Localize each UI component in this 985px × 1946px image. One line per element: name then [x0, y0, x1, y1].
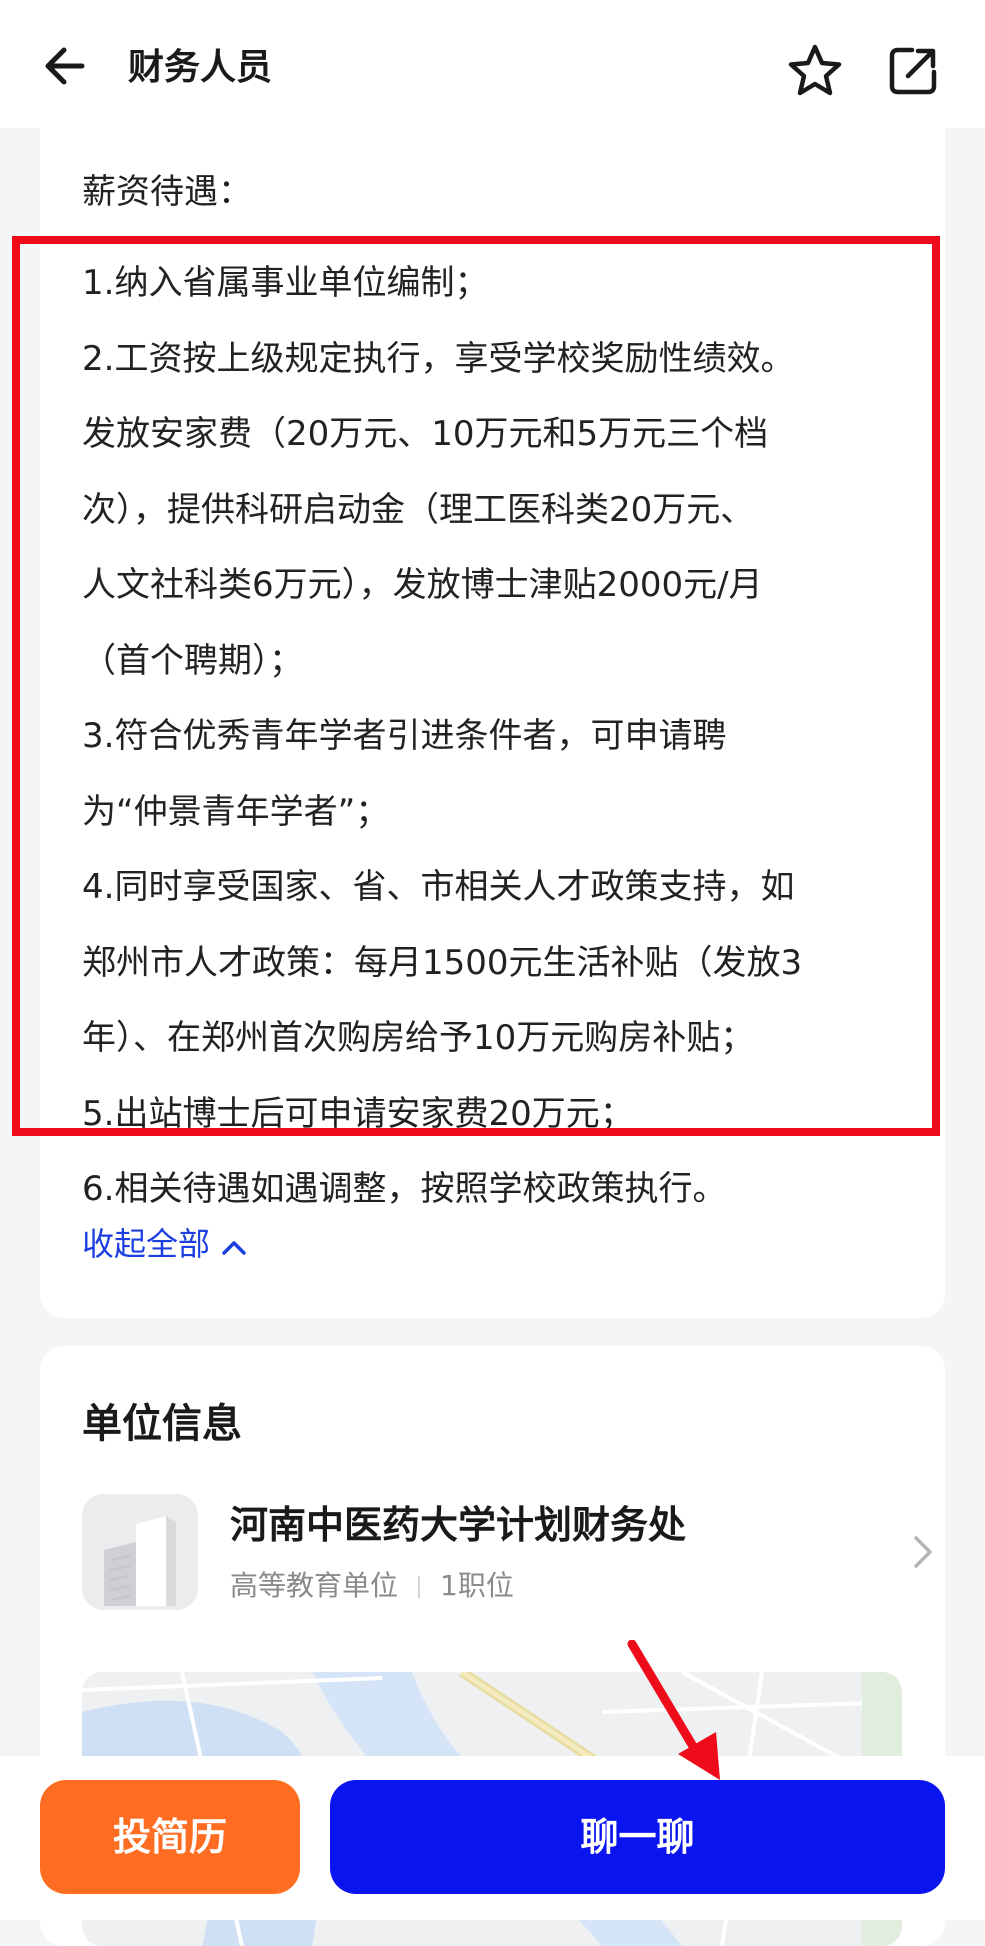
salary-line: 年）、在郑州首次购房给予10万元购房补贴；: [82, 1018, 755, 1058]
share-button[interactable]: [886, 44, 940, 98]
salary-line: 5.出站博士后可申请安家费20万元；: [82, 1093, 634, 1134]
salary-line: 为“仲景青年学者”；: [82, 791, 390, 832]
unit-logo: [82, 1494, 198, 1610]
share-icon: [889, 47, 937, 95]
unit-meta: 高等教育单位 1职位: [230, 1566, 514, 1606]
unit-positions: 1职位: [440, 1569, 514, 1602]
meta-divider: [418, 1576, 421, 1598]
salary-line: 次），提供科研启动金（理工医科类20万元、: [82, 489, 755, 530]
salary-line: 1.纳入省属事业单位编制；: [82, 263, 489, 303]
salary-line: 2.工资按上级规定执行，享受学校奖励性绩效。: [82, 338, 795, 379]
building-icon: [82, 1494, 198, 1610]
page-title: 财务人员: [128, 47, 273, 88]
submit-resume-button[interactable]: 投简历: [40, 1780, 300, 1894]
chat-button[interactable]: 聊一聊: [330, 1780, 945, 1894]
salary-card: 薪资待遇： 1.纳入省属事业单位编制； 2.工资按上级规定执行，享受学校奖励性绩…: [40, 100, 945, 1318]
chevron-right-icon: [910, 1530, 936, 1574]
favorite-button[interactable]: [786, 42, 844, 100]
collapse-all-label: 收起全部: [82, 1225, 211, 1263]
salary-line: 4.同时享受国家、省、市相关人才政策支持，如: [82, 867, 795, 907]
salary-line: 发放安家费（20万元、10万元和5万元三个档: [82, 414, 769, 454]
back-button[interactable]: [38, 38, 94, 94]
salary-line: 6.相关待遇如遇调整，按照学校政策执行。: [82, 1169, 727, 1209]
salary-line: （首个聘期）；: [82, 640, 303, 681]
star-icon: [788, 44, 842, 96]
top-bar: 财务人员: [0, 0, 985, 128]
unit-row[interactable]: 河南中医药大学计划财务处 高等教育单位 1职位: [82, 1494, 932, 1612]
salary-line: 人文社科类6万元），发放博士津贴2000元/月: [82, 565, 763, 605]
salary-text: 1.纳入省属事业单位编制； 2.工资按上级规定执行，享受学校奖励性绩效。 发放安…: [82, 246, 942, 1228]
bottom-action-bar: 投简历 聊一聊: [0, 1756, 985, 1920]
unit-name: 河南中医药大学计划财务处: [230, 1503, 687, 1547]
unit-type: 高等教育单位: [230, 1569, 399, 1602]
arrow-left-icon: [45, 47, 85, 85]
salary-line: 3.符合优秀青年学者引进条件者，可申请聘: [82, 716, 727, 756]
collapse-all-link[interactable]: 收起全部: [82, 1222, 248, 1268]
salary-heading: 薪资待遇：: [82, 172, 252, 212]
unit-info-heading: 单位信息: [82, 1401, 242, 1447]
salary-line: 郑州市人才政策：每月1500元生活补贴（发放3: [82, 942, 803, 983]
chevron-up-icon: [220, 1224, 248, 1268]
